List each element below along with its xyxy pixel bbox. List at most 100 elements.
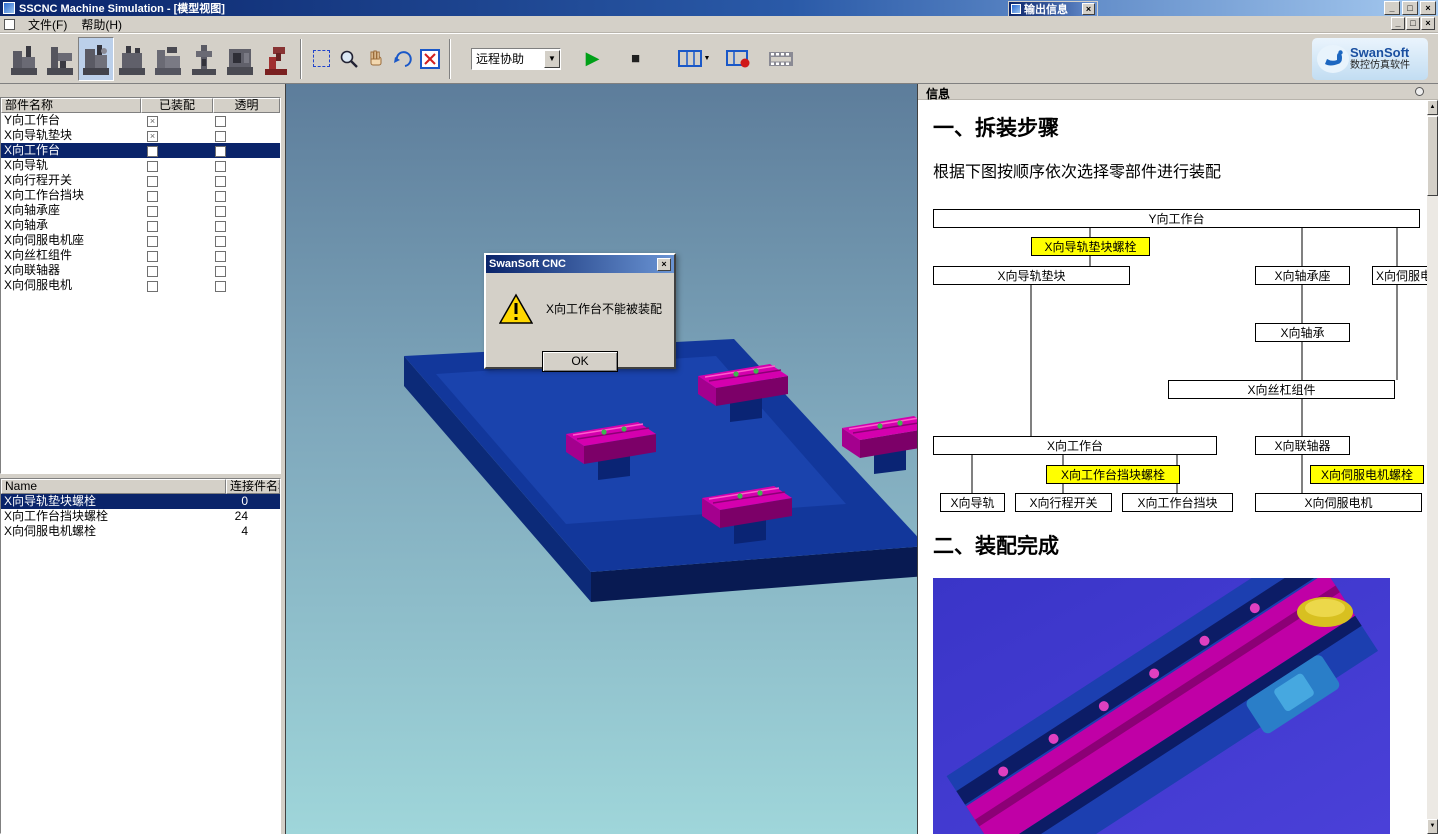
col-assembled[interactable]: 已装配	[141, 98, 213, 113]
parts-row[interactable]: X向轴承	[1, 218, 280, 233]
machine-type-button-7[interactable]	[222, 37, 258, 81]
parts-row[interactable]: X向工作台挡块	[1, 188, 280, 203]
col-connector-name[interactable]: 连接件名称	[226, 479, 280, 494]
parts-row[interactable]: X向导轨	[1, 158, 280, 173]
machine-icon-7	[225, 41, 255, 77]
fastener-row[interactable]: X向工作台挡块螺栓24	[1, 509, 280, 524]
assembled-checkbox[interactable]	[147, 281, 158, 292]
fastener-row-selected[interactable]: X向导轨垫块螺栓0	[1, 494, 280, 509]
dialog-title: SwanSoft CNC	[489, 258, 566, 270]
transparent-checkbox[interactable]	[215, 236, 226, 247]
transparent-checkbox[interactable]	[215, 191, 226, 202]
col-name[interactable]: Name	[1, 479, 226, 494]
fastener-row[interactable]: X向伺服电机螺栓4	[1, 524, 280, 539]
machine-type-button-5[interactable]	[150, 37, 186, 81]
transparent-checkbox[interactable]	[215, 221, 226, 232]
col-part-name[interactable]: 部件名称	[1, 98, 141, 113]
transparent-checkbox[interactable]	[215, 281, 226, 292]
play-button[interactable]: ▶	[579, 45, 606, 72]
parts-row[interactable]: X向丝杠组件	[1, 248, 280, 263]
assembled-checkbox[interactable]	[147, 206, 158, 217]
scroll-down-button[interactable]: ▼	[1427, 819, 1438, 834]
menu-help[interactable]: 帮助(H)	[74, 15, 129, 34]
parts-row[interactable]: X向伺服电机座	[1, 233, 280, 248]
parts-row[interactable]: Y向工作台×	[1, 113, 280, 128]
remote-assist-label: 远程协助	[472, 50, 544, 67]
mdi-minimize-button[interactable]: _	[1391, 17, 1405, 30]
assembled-checkbox[interactable]	[147, 176, 158, 187]
panel-options-icon[interactable]	[1415, 87, 1424, 96]
film-dropdown-button[interactable]: ▼	[675, 45, 713, 72]
zoom-tool-button[interactable]	[335, 45, 362, 72]
flow-box-servo-motor: X向伺服电机	[1255, 493, 1422, 512]
flow-box-rail: X向导轨	[940, 493, 1005, 512]
machine-type-button-8[interactable]	[258, 37, 294, 81]
mdi-close-button[interactable]: ×	[1421, 17, 1435, 30]
assembled-checkbox[interactable]	[147, 221, 158, 232]
transparent-checkbox[interactable]	[215, 251, 226, 262]
parts-row[interactable]: X向伺服电机	[1, 278, 280, 293]
flow-box-x-table: X向工作台	[933, 436, 1217, 455]
output-info-close-button[interactable]: ×	[1082, 3, 1095, 15]
flow-box-table-stop: X向工作台挡块	[1122, 493, 1233, 512]
info-scrollbar[interactable]: ▲ ▼	[1427, 100, 1438, 834]
magnifier-icon	[339, 49, 359, 69]
output-info-window[interactable]: 输出信息 ×	[1008, 1, 1098, 17]
stop-button[interactable]: ■	[622, 45, 649, 72]
pan-tool-button[interactable]	[362, 45, 389, 72]
transparent-checkbox[interactable]	[215, 131, 226, 142]
close-button[interactable]: ×	[1420, 1, 1436, 15]
transparent-checkbox[interactable]	[215, 161, 226, 172]
parts-row[interactable]: X向行程开关	[1, 173, 280, 188]
machine-type-button-4[interactable]	[114, 37, 150, 81]
parts-row-selected[interactable]: X向工作台	[1, 143, 280, 158]
output-info-title: 输出信息	[1024, 1, 1068, 17]
assembled-checkbox[interactable]: ×	[147, 116, 158, 127]
select-tool-button[interactable]	[308, 45, 335, 72]
transparent-checkbox[interactable]	[215, 206, 226, 217]
transparent-checkbox[interactable]	[215, 116, 226, 127]
dialog-close-button[interactable]: ×	[657, 258, 671, 271]
hand-icon	[366, 49, 386, 69]
parts-row[interactable]: X向轴承座	[1, 203, 280, 218]
flow-box-servo-seat: X向伺服电机座	[1372, 266, 1427, 285]
film-strip-button[interactable]	[765, 45, 797, 72]
dialog-title-bar: SwanSoft CNC ×	[486, 255, 674, 273]
col-transparent[interactable]: 透明	[213, 98, 280, 113]
remote-assist-dropdown[interactable]: 远程协助 ▼	[471, 48, 561, 70]
ok-button[interactable]: OK	[542, 351, 618, 372]
transparent-checkbox[interactable]	[215, 176, 226, 187]
toolbar-separator	[449, 39, 451, 79]
assembled-checkbox[interactable]	[147, 161, 158, 172]
rotate-tool-button[interactable]	[389, 45, 416, 72]
chevron-down-icon[interactable]: ▼	[544, 50, 560, 68]
warning-icon	[499, 293, 533, 325]
mdi-child-icon[interactable]	[4, 19, 15, 30]
assembled-checkbox[interactable]	[147, 191, 158, 202]
machine-type-button-3[interactable]	[78, 37, 114, 81]
transparent-checkbox[interactable]	[215, 266, 226, 277]
minimize-button[interactable]: _	[1384, 1, 1400, 15]
assembled-checkbox[interactable]	[147, 266, 158, 277]
scroll-up-button[interactable]: ▲	[1427, 100, 1438, 115]
assembled-checkbox[interactable]: ×	[147, 131, 158, 142]
assembled-checkbox[interactable]	[147, 146, 158, 157]
maximize-button[interactable]: □	[1402, 1, 1418, 15]
machine-icon-6	[189, 41, 219, 77]
assembled-checkbox[interactable]	[147, 251, 158, 262]
fit-view-button[interactable]	[416, 45, 443, 72]
menu-file[interactable]: 文件(F)	[21, 15, 74, 34]
transparent-checkbox[interactable]	[215, 146, 226, 157]
scroll-thumb[interactable]	[1427, 116, 1438, 196]
assembled-checkbox[interactable]	[147, 236, 158, 247]
record-button[interactable]	[723, 45, 755, 72]
machine-type-button-6[interactable]	[186, 37, 222, 81]
parts-row[interactable]: X向导轨垫块×	[1, 128, 280, 143]
parts-row[interactable]: X向联轴器	[1, 263, 280, 278]
flow-box-screw-assembly: X向丝杠组件	[1168, 380, 1395, 399]
machine-type-button-1[interactable]	[6, 37, 42, 81]
mdi-restore-button[interactable]: □	[1406, 17, 1420, 30]
app-icon	[3, 2, 15, 14]
machine-type-button-2[interactable]	[42, 37, 78, 81]
model-viewport[interactable]: SwanSoft CNC × X向工作台不能被装配 OK	[285, 84, 918, 834]
